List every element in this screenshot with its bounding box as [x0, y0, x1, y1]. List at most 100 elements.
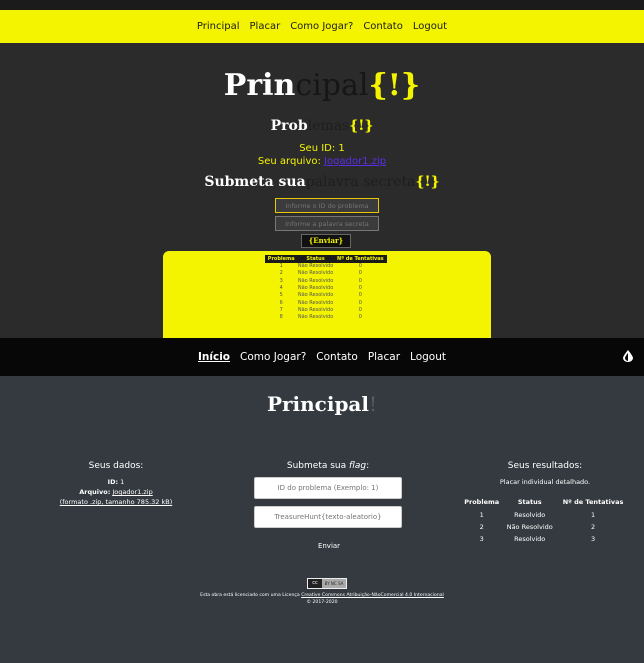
legacy-col-tentativas: Nº de Tentativas — [333, 255, 388, 263]
legacy-nav-placar[interactable]: Placar — [250, 21, 281, 32]
table-cell: 0 — [358, 292, 362, 299]
table-cell: Não Resolvido — [506, 523, 553, 531]
table-cell: Não Resolvido — [297, 306, 334, 313]
flag-input[interactable] — [254, 506, 402, 528]
table-cell: 2 — [590, 523, 596, 531]
legacy-page-title: Principal{!} — [0, 68, 644, 103]
flag-title-part-3: : — [366, 461, 370, 471]
table-cell: Não Resolvido — [297, 299, 334, 306]
legacy-title-part-2: cipal — [295, 68, 369, 103]
legacy-col-problema: Problema — [264, 255, 298, 263]
user-id-line: ID: 1 — [28, 477, 204, 487]
nav-como-jogar[interactable]: Como Jogar? — [240, 351, 306, 363]
submit-flag-button[interactable]: Enviar — [304, 539, 354, 553]
table-header-row: Problema Status Nº de Tentativas — [461, 495, 629, 509]
user-id-value: 1 — [120, 478, 125, 486]
license-text: Esta obra está licenciado com uma Licenç… — [0, 592, 644, 606]
nav-inicio[interactable]: Início — [198, 351, 230, 363]
flag-title-part-1: Submeta sua — [286, 461, 347, 471]
legacy-problems-heading: Problemas{!} — [0, 118, 644, 134]
results-title: Seus resultados: — [507, 461, 583, 471]
license-link[interactable]: Creative Commons Atribuição-NãoComercial… — [301, 593, 444, 598]
table-cell: 0 — [358, 299, 362, 306]
table-cell: 3 — [279, 277, 283, 284]
table-cell: 1 — [590, 511, 596, 519]
table-row: 2 Não Resolvido 0 — [266, 270, 387, 277]
results-col-problema: Problema — [464, 498, 500, 506]
table-cell: Não Resolvido — [297, 277, 334, 284]
table-cell: Não Resolvido — [297, 285, 334, 292]
legacy-col-status: Status — [296, 255, 335, 263]
legacy-secret-word-input[interactable] — [275, 216, 379, 231]
table-cell: Não Resolvido — [297, 314, 334, 321]
table-cell: Não Resolvido — [297, 263, 334, 270]
table-row: 1 Resolvido 1 — [461, 509, 629, 521]
legacy-sub-braces: {!} — [349, 118, 374, 134]
table-cell: 0 — [358, 263, 362, 270]
legacy-submit-part-2: palavra secreta — [305, 174, 416, 190]
table-cell: 6 — [279, 299, 283, 306]
user-file-line: Arquivo: Jogador1.zip — [28, 487, 204, 497]
table-cell: 0 — [358, 285, 362, 292]
user-file-info: (formato .zip, tamanho 785.32 kB) — [28, 497, 204, 507]
legacy-submit-heading: Submeta suapalavra secreta{!} — [0, 174, 644, 190]
legacy-nav-logout[interactable]: Logout — [413, 21, 447, 32]
table-cell: 2 — [479, 523, 484, 531]
user-file-link[interactable]: Jogador1.zip — [112, 488, 152, 496]
legacy-navbar: Principal Placar Como Jogar? Contato Log… — [0, 10, 644, 43]
user-file-info-link[interactable]: (formato .zip, tamanho 785.32 kB) — [60, 498, 173, 506]
user-data-title: Seus dados: — [88, 461, 144, 471]
results-table: Problema Status Nº de Tentativas 1 Resolv… — [461, 495, 629, 545]
legacy-submit-button[interactable]: {Enviar} — [301, 234, 351, 248]
nav-contato[interactable]: Contato — [316, 351, 358, 363]
table-cell: 8 — [279, 314, 283, 321]
contrast-icon-svg — [623, 350, 633, 362]
table-cell: 2 — [279, 270, 283, 277]
table-header-row: Problema Status Nº de Tentativas — [264, 255, 388, 263]
legacy-sub-part-1: Prob — [270, 118, 308, 134]
page-title: Principal! — [0, 392, 644, 416]
legacy-submit-braces: {!} — [415, 174, 440, 190]
legacy-problem-id-input[interactable] — [275, 198, 379, 213]
copyright-year: © 2017-2020 — [306, 600, 338, 605]
legacy-nav-contato[interactable]: Contato — [363, 21, 403, 32]
cc-badge-logo: cc — [308, 579, 322, 588]
table-cell: 0 — [358, 314, 362, 321]
legacy-user-id: Seu ID: 1 — [299, 143, 345, 154]
contrast-icon[interactable] — [622, 350, 634, 362]
results-subtitle: Placar individual detalhado. — [499, 478, 591, 486]
user-data-panel: Seus dados: ID: 1 Arquivo: Jogador1.zip … — [28, 461, 204, 507]
table-cell: 7 — [279, 306, 283, 313]
flag-title-part-2: flag — [349, 461, 367, 471]
table-cell: 0 — [358, 277, 362, 284]
table-cell: 0 — [358, 270, 362, 277]
nav-placar[interactable]: Placar — [368, 351, 400, 363]
page-title-suffix: ! — [368, 392, 378, 416]
legacy-title-part-1: Prin — [223, 68, 296, 103]
table-row: 7 Não Resolvido 0 — [266, 306, 387, 313]
legacy-file-link[interactable]: Jogador1.zip — [324, 156, 386, 167]
table-cell: Resolvido — [514, 535, 546, 543]
legacy-nav-principal[interactable]: Principal — [197, 21, 240, 32]
legacy-file-line: Seu arquivo: Jogador1.zip — [0, 156, 644, 167]
legacy-sub-part-2: lemas — [307, 118, 350, 134]
table-cell: 3 — [590, 535, 596, 543]
flag-submit-title: Submeta sua flag: — [228, 461, 428, 471]
table-cell: Não Resolvido — [297, 270, 334, 277]
legacy-title-braces: {!} — [368, 68, 421, 103]
table-cell: Resolvido — [514, 511, 546, 519]
page-title-text: Principal — [266, 392, 369, 416]
legacy-submit-part-1: Submeta sua — [204, 174, 306, 190]
cc-license-badge[interactable]: cc BY NC SA — [307, 578, 347, 589]
legacy-score-table: Problema Status Nº de Tentativas 1 Não Re… — [264, 255, 388, 321]
nav-logout[interactable]: Logout — [410, 351, 446, 363]
table-cell: 3 — [479, 535, 484, 543]
results-col-status: Status — [517, 498, 542, 506]
license-prefix: Esta obra está licenciado com uma Licenç… — [200, 593, 300, 598]
legacy-nav-como-jogar[interactable]: Como Jogar? — [290, 21, 353, 32]
problem-id-input[interactable] — [254, 477, 402, 499]
table-row: 1 Não Resolvido 0 — [266, 263, 387, 270]
table-row: 8 Não Resolvido 0 — [266, 314, 387, 321]
table-row: 3 Resolvido 3 — [461, 533, 629, 545]
cc-badge-terms: BY NC SA — [324, 581, 344, 586]
